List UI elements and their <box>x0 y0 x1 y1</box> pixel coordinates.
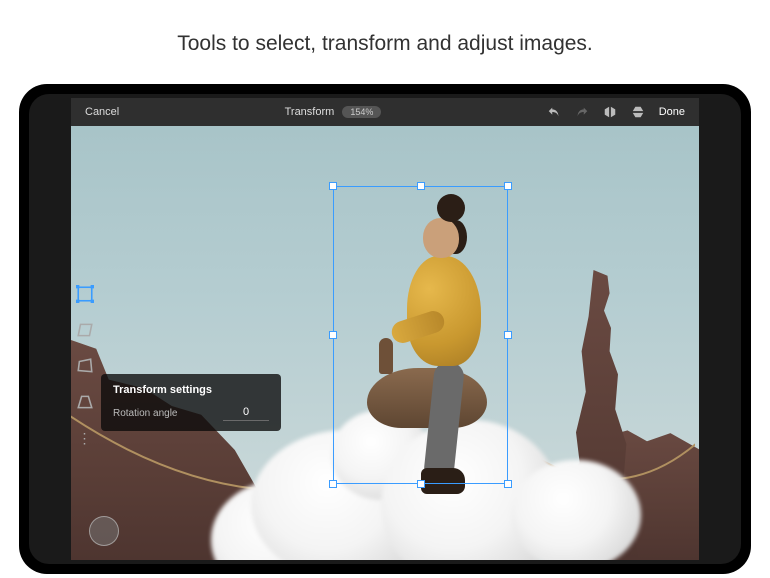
transform-handle-bottom-right[interactable] <box>504 480 512 488</box>
transform-toolbar: ⋮ <box>71 278 99 454</box>
rotation-angle-row: Rotation angle 0 <box>113 406 269 421</box>
rotation-angle-input[interactable]: 0 <box>223 406 269 421</box>
transform-handle-mid-left[interactable] <box>329 331 337 339</box>
tablet-bezel: Cancel Transform 154% <box>29 94 741 564</box>
popover-title: Transform settings <box>113 384 269 396</box>
promo-headline: Tools to select, transform and adjust im… <box>0 0 770 84</box>
transform-handle-mid-right[interactable] <box>504 331 512 339</box>
tool-free-transform[interactable] <box>75 284 95 304</box>
mode-label: Transform <box>285 106 335 118</box>
tool-more-icon[interactable]: ⋮ <box>75 428 95 448</box>
rotation-angle-label: Rotation angle <box>113 408 178 419</box>
transform-handle-bottom-left[interactable] <box>329 480 337 488</box>
redo-icon[interactable] <box>575 105 589 119</box>
done-button[interactable]: Done <box>659 106 685 118</box>
tool-distort[interactable] <box>75 356 95 376</box>
undo-icon[interactable] <box>547 105 561 119</box>
flip-horizontal-icon[interactable] <box>603 105 617 119</box>
zoom-indicator[interactable]: 154% <box>342 106 381 118</box>
topbar-center: Transform 154% <box>119 106 546 118</box>
tablet-frame: Cancel Transform 154% <box>19 84 751 574</box>
app-topbar: Cancel Transform 154% <box>71 98 699 126</box>
transform-settings-popover: Transform settings Rotation angle 0 <box>101 374 281 431</box>
transform-handle-top-left[interactable] <box>329 182 337 190</box>
transform-bounding-box[interactable] <box>333 186 508 484</box>
transform-handle-top-mid[interactable] <box>417 182 425 190</box>
transform-handle-top-right[interactable] <box>504 182 512 190</box>
tool-skew[interactable] <box>75 320 95 340</box>
topbar-actions: Done <box>547 105 685 119</box>
app-screen: Cancel Transform 154% <box>71 98 699 560</box>
transform-handle-bottom-mid[interactable] <box>417 480 425 488</box>
canvas[interactable]: ⋮ Transform settings Rotation angle 0 <box>71 126 699 560</box>
cancel-button[interactable]: Cancel <box>85 106 119 118</box>
tool-perspective[interactable] <box>75 392 95 412</box>
touch-shortcut-button[interactable] <box>89 516 119 546</box>
flip-vertical-icon[interactable] <box>631 105 645 119</box>
